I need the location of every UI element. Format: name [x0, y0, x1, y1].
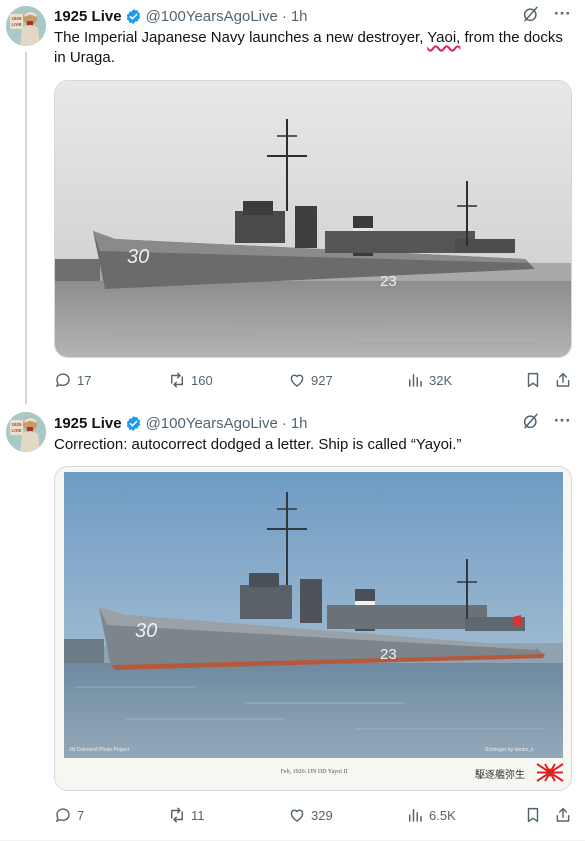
like-count: 329 [311, 807, 333, 823]
photo-watermark-right: Schrieger by tambo_k [485, 747, 534, 753]
share-button[interactable] [554, 804, 577, 826]
repost-button[interactable]: 160 [168, 369, 213, 391]
stern-number: 23 [380, 646, 397, 663]
tweet-top-actions: ··· [522, 5, 571, 23]
avatar[interactable]: 1925 LIVE [6, 412, 46, 452]
like-button[interactable]: 927 [288, 369, 333, 391]
repost-count: 160 [191, 372, 213, 388]
hull-number: 30 [135, 620, 157, 642]
author-name[interactable]: 1925 Live [54, 8, 122, 25]
author-handle[interactable]: @100YearsAgoLive [146, 415, 278, 432]
timestamp[interactable]: 1h [291, 8, 308, 25]
separator-dot: · [281, 7, 287, 25]
photo-watermark-left: JN Colorized Photo Project [69, 747, 130, 753]
like-icon [290, 809, 304, 822]
tweet-photo[interactable]: 30 23 [54, 80, 572, 358]
like-count: 927 [311, 372, 333, 388]
author-handle[interactable]: @100YearsAgoLive [146, 8, 278, 25]
view-count: 6.5K [429, 807, 456, 823]
reply-icon [55, 808, 70, 823]
misspelled-word: Yaoi, [427, 29, 461, 46]
repost-count: 11 [191, 807, 205, 823]
tweet[interactable]: 1925 LIVE 1925 Live @100YearsAgoLive · 1… [0, 0, 585, 404]
retweet-icon [171, 807, 183, 823]
views-button[interactable]: 6.5K [406, 804, 456, 826]
bookmark-button[interactable] [524, 369, 547, 391]
tweet-top-actions: ··· [522, 412, 571, 430]
tweet-actions: 17 160 927 32K [54, 369, 574, 391]
timestamp[interactable]: 1h [291, 415, 308, 432]
avatar-illustration: 1925 LIVE [6, 412, 46, 452]
tweet-photo[interactable]: 30 23 JN Colorized Photo Project Schrieg… [54, 466, 572, 791]
reply-icon [55, 373, 70, 388]
stern-number: 23 [380, 273, 397, 290]
reply-button[interactable]: 17 [54, 369, 91, 391]
tweet-header: 1925 Live @100YearsAgoLive · 1h [54, 5, 308, 27]
tweet-text: Correction: autocorrect dodged a letter.… [54, 435, 574, 455]
view-count: 32K [429, 372, 453, 388]
avatar-text-line2: LIVE [11, 22, 21, 27]
tweet-text: The Imperial Japanese Navy launches a ne… [54, 28, 574, 68]
thread-connector-line [25, 52, 27, 404]
views-button[interactable]: 32K [406, 369, 452, 391]
author-name[interactable]: 1925 Live [54, 415, 122, 432]
avatar[interactable]: 1925 LIVE [6, 6, 46, 46]
destroyer-photo-bw: 30 23 [55, 81, 571, 357]
more-icon[interactable]: ··· [554, 5, 571, 23]
reply-count: 7 [77, 807, 85, 823]
japanese-ship-label: 駆逐艦弥生 [475, 768, 525, 781]
avatar-text-line1: 1925 [11, 16, 22, 21]
more-icon[interactable]: ··· [554, 412, 571, 430]
share-button[interactable] [554, 369, 577, 391]
share-icon [556, 807, 570, 822]
hull-number: 30 [127, 246, 149, 268]
like-button[interactable]: 329 [288, 804, 333, 826]
tweet-text-part: Correction: autocorrect dodged a letter.… [54, 436, 462, 453]
views-icon [409, 374, 422, 387]
tweet-header: 1925 Live @100YearsAgoLive · 1h [54, 412, 308, 434]
separator-dot: · [281, 414, 287, 432]
bookmark-icon [527, 807, 539, 823]
bookmark-button[interactable] [524, 804, 547, 826]
grok-icon[interactable] [522, 5, 540, 23]
destroyer-photo-colorized: 30 23 JN Colorized Photo Project Schrieg… [55, 467, 571, 790]
avatar-illustration: 1925 LIVE [6, 6, 46, 46]
avatar-text-line2: LIVE [11, 428, 21, 433]
verified-badge-icon [126, 8, 140, 24]
tweet[interactable]: 1925 LIVE 1925 Live @100YearsAgoLive · 1… [0, 404, 585, 841]
avatar-text-line1: 1925 [11, 422, 22, 427]
views-icon [409, 809, 422, 822]
verified-badge-icon [126, 415, 140, 431]
tweet-actions: 7 11 329 6.5K [54, 804, 574, 826]
retweet-icon [171, 372, 183, 388]
like-icon [290, 374, 304, 387]
share-icon [556, 372, 570, 387]
reply-count: 17 [77, 372, 92, 388]
reply-button[interactable]: 7 [54, 804, 84, 826]
photo-caption: Feb, 1926: IJN DD Yayoi II [281, 769, 348, 775]
grok-icon[interactable] [522, 412, 540, 430]
repost-button[interactable]: 11 [168, 804, 205, 826]
rising-sun-flag-icon [536, 763, 564, 782]
bookmark-icon [527, 372, 539, 388]
tweet-text-part: The Imperial Japanese Navy launches a ne… [54, 29, 428, 46]
